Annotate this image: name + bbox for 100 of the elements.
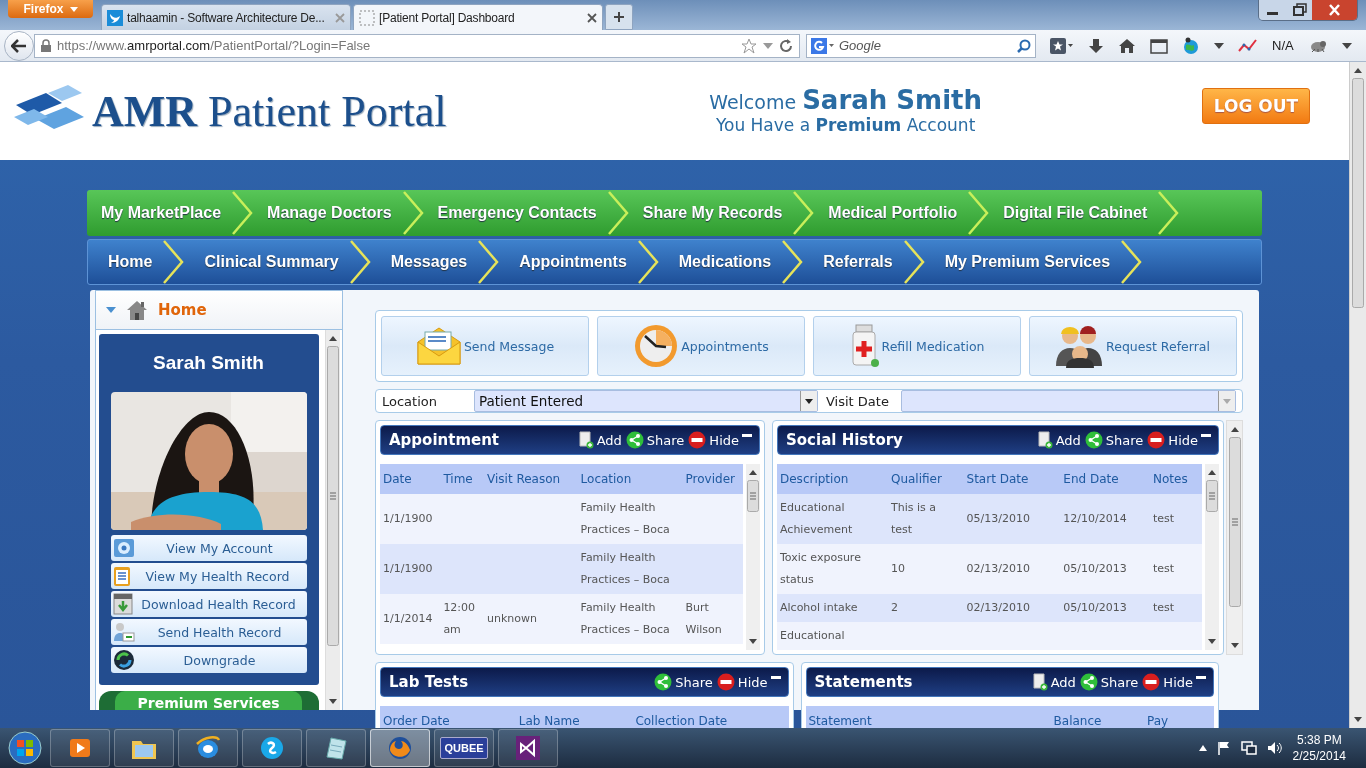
quick-action-button[interactable]: Refill Medication: [813, 316, 1021, 376]
sidebar-title[interactable]: Home: [158, 301, 207, 319]
flag-icon[interactable]: [1216, 741, 1231, 755]
scrollbar[interactable]: [325, 330, 340, 710]
scroll-down-icon[interactable]: [1207, 638, 1217, 646]
nav-link[interactable]: Clinical Summary: [184, 253, 349, 271]
window-icon[interactable]: [1150, 37, 1168, 54]
column-header[interactable]: Order Date: [380, 706, 516, 728]
nav-link[interactable]: Messages: [370, 253, 478, 271]
sidebar-menu-item[interactable]: View My Account: [110, 535, 307, 561]
share-action[interactable]: Share: [652, 673, 715, 691]
scroll-down-icon[interactable]: [1229, 642, 1240, 650]
expand-caret-icon[interactable]: [106, 307, 116, 313]
address-field[interactable]: https://www.amrportal.com/PatientPortal/?Login=False: [34, 33, 800, 58]
sidebar-menu-item[interactable]: Send Health Record: [110, 619, 307, 645]
column-header[interactable]: Pay: [1143, 706, 1214, 728]
caret-up-icon[interactable]: [1198, 745, 1207, 751]
location-dropdown[interactable]: Patient Entered: [474, 390, 818, 412]
share-action[interactable]: Share: [623, 431, 687, 449]
media-player-icon[interactable]: [50, 729, 110, 767]
scroll-down-icon[interactable]: [1353, 716, 1363, 724]
browser-tab[interactable]: talhaamin - Software Architecture De...: [101, 4, 351, 30]
scroll-thumb[interactable]: [1206, 480, 1218, 512]
scrollbar[interactable]: [1349, 62, 1366, 728]
add-action[interactable]: Add: [575, 431, 624, 449]
close-icon[interactable]: [1312, 0, 1357, 20]
hide-action[interactable]: Hide: [686, 431, 741, 449]
folder-icon[interactable]: [114, 729, 174, 767]
column-header[interactable]: End Date: [1060, 464, 1151, 494]
column-header[interactable]: Date: [380, 464, 441, 494]
nav-link[interactable]: My Premium Services: [924, 253, 1121, 271]
studio-icon[interactable]: [498, 729, 558, 767]
hide-action[interactable]: Hide: [714, 673, 770, 691]
premium-services-tab[interactable]: Premium Services: [115, 691, 302, 710]
nav-link[interactable]: Referrals: [803, 253, 903, 271]
scroll-thumb[interactable]: [747, 480, 759, 512]
home-icon[interactable]: [1118, 37, 1136, 54]
browser-tab[interactable]: [Patient Portal] Dashboard: [353, 4, 603, 30]
addon-label[interactable]: N/A: [1272, 38, 1294, 53]
star-icon[interactable]: [741, 37, 757, 54]
dropdown-caret-icon[interactable]: [1341, 42, 1352, 49]
nav-link[interactable]: Medications: [658, 253, 782, 271]
column-header[interactable]: Location: [577, 464, 683, 494]
hide-action[interactable]: Hide: [1140, 673, 1195, 691]
column-header[interactable]: Time: [440, 464, 485, 494]
scroll-up-icon[interactable]: [1207, 468, 1217, 476]
column-header[interactable]: Qualifier: [887, 464, 964, 494]
quick-action-button[interactable]: Send Message: [381, 316, 589, 376]
share-action[interactable]: Share: [1077, 673, 1141, 691]
new-tab-button[interactable]: [605, 4, 633, 30]
column-header[interactable]: Provider: [682, 464, 743, 494]
clock[interactable]: 5:38 PM 2/25/2014: [1292, 732, 1346, 764]
search-icon[interactable]: [1017, 38, 1031, 53]
add-action[interactable]: Add: [1034, 431, 1083, 449]
fox-globe-icon[interactable]: [370, 729, 430, 767]
download-icon[interactable]: [1088, 37, 1104, 54]
scroll-down-icon[interactable]: [748, 638, 758, 646]
column-header[interactable]: Start Date: [963, 464, 1061, 494]
dropdown-caret-icon[interactable]: [1214, 42, 1224, 49]
sidebar-menu-item[interactable]: View My Health Record: [110, 563, 307, 589]
network-icon[interactable]: [1240, 741, 1257, 755]
search-engine-icon[interactable]: [811, 37, 835, 54]
add-action[interactable]: Add: [1029, 673, 1078, 691]
nav-link[interactable]: Home: [88, 253, 163, 271]
notepad-icon[interactable]: [306, 729, 366, 767]
scroll-up-icon[interactable]: [748, 468, 758, 476]
sidebar-menu-item[interactable]: Downgrade: [110, 647, 307, 673]
column-header[interactable]: Statement: [805, 706, 1051, 728]
chart-icon[interactable]: [1238, 38, 1258, 53]
bookmarks-icon[interactable]: [1050, 37, 1074, 54]
scroll-up-icon[interactable]: [328, 334, 338, 342]
scroll-thumb[interactable]: [1352, 78, 1364, 308]
restore-icon[interactable]: [1286, 0, 1312, 20]
quick-action-button[interactable]: Appointments: [597, 316, 805, 376]
browser-icon[interactable]: [178, 729, 238, 767]
minimize-icon[interactable]: [1259, 0, 1286, 20]
taskbar-app[interactable]: QUBEE: [434, 729, 494, 767]
column-header[interactable]: Notes: [1150, 464, 1202, 494]
search-field[interactable]: Google: [806, 33, 1036, 58]
sidebar-menu-item[interactable]: Download Health Record: [110, 591, 307, 617]
globe-icon[interactable]: [1182, 36, 1200, 55]
column-header[interactable]: Balance: [1050, 706, 1144, 728]
reload-icon[interactable]: [779, 38, 793, 53]
scroll-thumb[interactable]: [1228, 437, 1241, 607]
chat-icon[interactable]: [242, 729, 302, 767]
scroll-up-icon[interactable]: [1229, 425, 1240, 433]
scrollbar[interactable]: [1226, 420, 1243, 655]
column-header[interactable]: Lab Name: [515, 706, 633, 728]
column-header[interactable]: Collection Date: [632, 706, 789, 728]
column-header[interactable]: Description: [777, 464, 888, 494]
hide-action[interactable]: Hide: [1145, 431, 1200, 449]
close-icon[interactable]: [587, 12, 597, 23]
nav-link[interactable]: Appointments: [499, 253, 637, 271]
quick-action-button[interactable]: Request Referral: [1029, 316, 1237, 376]
share-action[interactable]: Share: [1082, 431, 1146, 449]
scroll-thumb[interactable]: [327, 346, 339, 646]
scrollbar[interactable]: [1205, 464, 1219, 650]
scrollbar[interactable]: [746, 464, 760, 650]
scroll-down-icon[interactable]: [328, 698, 338, 706]
speaker-icon[interactable]: [1266, 741, 1283, 755]
